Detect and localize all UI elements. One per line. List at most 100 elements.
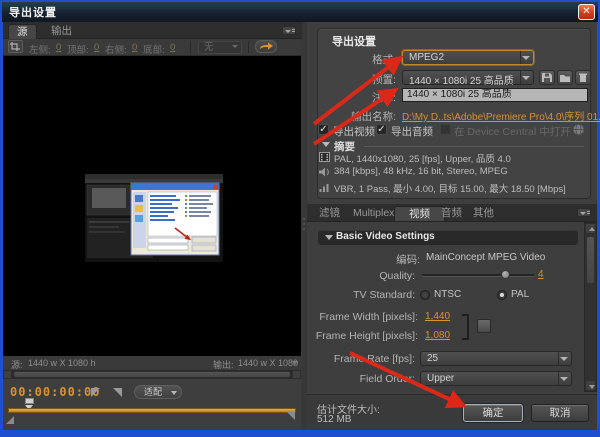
summary-disclosure-icon[interactable] [322,142,330,147]
comment-label: 注释: [317,90,396,105]
tab-source[interactable]: 源 [8,24,37,39]
work-area-end-icon[interactable] [287,412,295,420]
crop-bottom-label: 底部: [143,42,165,56]
quality-value[interactable]: 4 [538,269,544,280]
audio-summary-icon [318,167,330,177]
format-label: 格式: [317,52,396,67]
preview-infobar: 源: 1440 w X 1080 h 输出: 1440 w X 1080 h [3,356,301,370]
section-disclosure-icon[interactable] [325,235,333,240]
crop-ratio-value: 无 [204,42,214,53]
timecode[interactable]: 00:00:00:00 [10,385,100,399]
playhead[interactable] [25,398,34,404]
crop-toolbar: 左侧: 0 顶部: 0 右侧: 0 底部: 0 无 [3,39,302,56]
device-central-label: 在 Device Central 中打开 [454,124,571,139]
toolbar-separator [248,41,249,53]
forward-arrow-icon[interactable] [255,40,277,53]
scroll-up-icon[interactable] [585,223,596,234]
summary-audio-line: 384 [kbps], 48 kHz, 16 bit, Stereo, MPEG [334,166,508,177]
chevron-down-icon[interactable] [292,361,298,365]
pal-label: PAL [511,289,529,300]
titlebar: 导出设置 [2,2,598,22]
video-summary-icon [319,152,330,162]
web-icon [572,123,585,136]
crop-left-label: 左侧: [29,42,51,56]
scroll-down-icon[interactable] [585,380,596,391]
codec-value: MainConcept MPEG Video [426,252,545,263]
timeline-track[interactable] [8,408,296,413]
panel-menu-icon[interactable] [577,208,591,217]
crop-icon[interactable] [8,40,23,53]
frame-rate-label: Frame Rate [fps]: [300,353,415,365]
export-audio-checkbox[interactable]: ✓ [376,124,387,135]
chevron-down-icon [520,51,533,64]
export-audio-label: 导出音频 [391,124,433,139]
bitrate-summary-icon [319,182,330,192]
chevron-down-icon [171,391,177,395]
preview-frame [85,174,223,262]
dimension-bracket [462,314,469,340]
source-tabbar: 源 输出 [3,22,302,39]
field-order-select[interactable]: Upper [420,371,572,386]
hscroll-thumb[interactable] [13,371,291,378]
chevron-down-icon [558,372,571,385]
quality-slider-handle[interactable] [501,270,510,279]
section-title: Basic Video Settings [336,231,435,242]
window-title: 导出设置 [9,4,57,20]
crop-left-value[interactable]: 0 [56,42,61,53]
preset-select[interactable]: 1440 × 1080i 25 高品质 [402,70,534,85]
in-point-icon[interactable] [91,388,100,397]
output-name-link[interactable]: D:\My D..ts\Adobe\Premiere Pro\4.0\序列 01… [402,108,600,123]
crop-right-label: 右侧: [105,42,127,56]
basic-video-settings-header[interactable]: Basic Video Settings [318,230,578,245]
options-vscrollbar[interactable] [584,222,597,392]
crop-right-value[interactable]: 0 [132,42,137,53]
tab-others[interactable]: 其他 [465,206,502,221]
quality-slider-track[interactable] [422,274,534,277]
format-value: MPEG2 [409,52,444,63]
frame-rate-select[interactable]: 25 [420,351,572,366]
ntsc-label: NTSC [434,289,461,300]
scroll-left-icon[interactable] [3,370,12,379]
frame-height-value[interactable]: 1,080 [425,330,450,341]
frame-width-value[interactable]: 1,440 [425,311,450,322]
chevron-down-icon [520,71,533,84]
ok-button[interactable]: 确定 [463,404,523,422]
format-select[interactable]: MPEG2 [402,50,534,65]
tab-output[interactable]: 输出 [43,24,80,39]
crop-bottom-value[interactable]: 0 [170,42,175,53]
timeline-area: 00:00:00:00 适配 [3,379,301,430]
export-settings-window: 导出设置 ✕ 源 输出 左侧: 0 顶部: 0 右侧: 0 底部: 0 无 [0,0,600,437]
codec-label: 编码: [320,252,420,267]
work-area-start-icon[interactable] [6,416,14,424]
chevron-down-icon [558,352,571,365]
preview-hscrollbar[interactable] [3,370,301,379]
summary-divider [364,146,584,147]
fit-select[interactable]: 适配 [134,385,182,399]
file-size-value: 512 MB [317,414,351,425]
preset-label: 预置: [317,72,396,87]
link-dimensions-button[interactable] [477,319,491,333]
delete-preset-icon[interactable] [575,70,591,85]
export-video-checkbox[interactable]: ✓ [318,124,329,135]
pal-radio[interactable] [497,290,507,300]
export-settings-header: 导出设置 [332,33,376,49]
crop-top-value[interactable]: 0 [94,42,99,53]
vscroll-thumb[interactable] [586,236,595,284]
crop-ratio-select: 无 [198,41,242,54]
ntsc-radio[interactable] [420,290,430,300]
source-size-value: 1440 w X 1080 h [28,358,96,368]
panel-menu-icon[interactable] [282,26,296,35]
close-icon[interactable]: ✕ [578,4,595,20]
comment-input[interactable]: 1440 × 1080i 25 高品质 [402,88,588,102]
cancel-button[interactable]: 取消 [531,404,589,422]
source-preview [3,56,301,356]
import-preset-icon[interactable] [557,70,573,85]
frame-rate-value: 25 [427,353,438,364]
quality-label: Quality: [320,270,415,282]
out-point-icon[interactable] [113,388,122,397]
tab-filters[interactable]: 滤镜 [311,206,348,221]
field-order-label: Field Order: [300,373,415,385]
output-name-label: 输出名称: [317,109,396,124]
save-preset-icon[interactable] [539,70,555,85]
options-tabbar: 滤镜 Multiplexer 视频 音频 其他 [307,204,597,222]
